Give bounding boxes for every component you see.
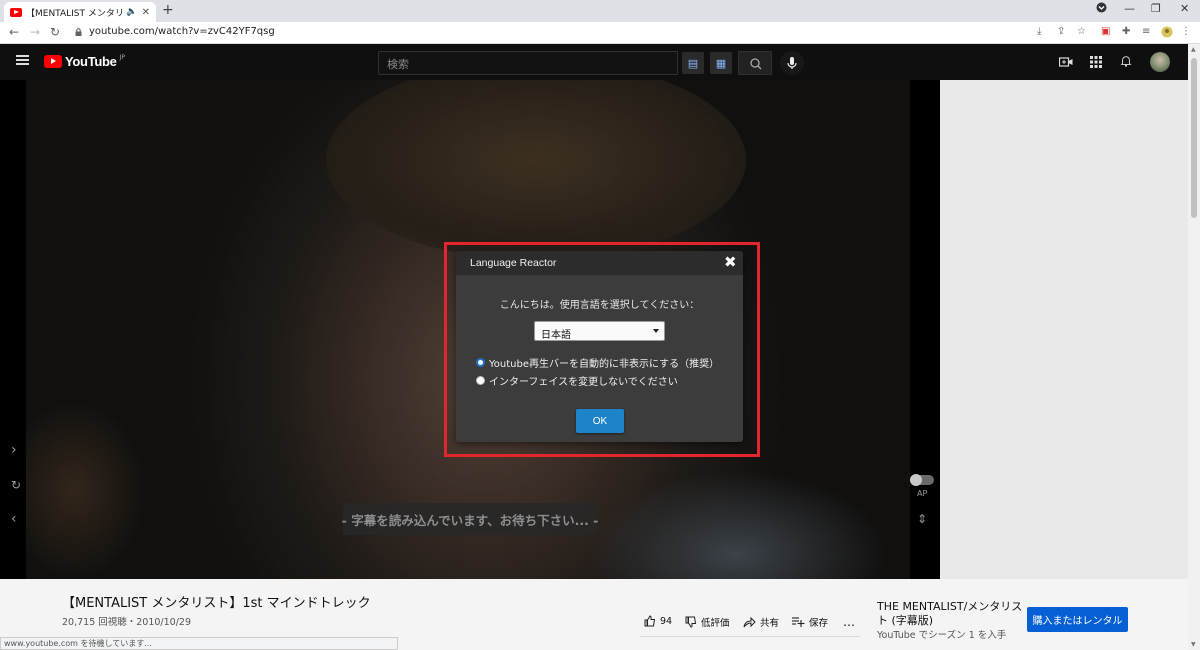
minimize-button[interactable]: — xyxy=(1124,2,1135,15)
add-to-playlist-icon xyxy=(792,617,805,627)
apps-grid-icon[interactable] xyxy=(1089,56,1103,68)
chevron-down-icon xyxy=(653,329,659,333)
reload-button[interactable]: ↻ xyxy=(50,25,60,39)
auto-pause-label: AP xyxy=(917,489,928,498)
dialog-prompt: こんにちは。使用言語を選択してください： xyxy=(499,300,700,311)
video-meta: 20,715 回視聴・2010/10/29 xyxy=(62,617,192,628)
profile-avatar-icon[interactable] xyxy=(1161,26,1173,41)
address-bar: ← → ↻ youtube.com/watch?v=zvC42YF7qsg ⤓ … xyxy=(0,22,1200,44)
option-hide-playbar[interactable]: Youtube再生バーを自動的に非表示にする（推奨） xyxy=(476,355,719,370)
profile-menu-icon[interactable] xyxy=(1096,2,1107,16)
secondary-column xyxy=(940,80,1188,579)
option-keep-interface-label: インターフェイスを変更しないでください xyxy=(489,377,678,388)
account-avatar[interactable] xyxy=(1150,52,1170,72)
option-hide-playbar-label: Youtube再生バーを自動的に非表示にする（推奨） xyxy=(489,359,720,370)
search-icon xyxy=(750,58,762,70)
browser-tabbar: 【MENTALIST メンタリスト】1st 🔈 ✕ + — ❐ ✕ xyxy=(0,0,1200,22)
share-label: 共有 xyxy=(760,618,780,629)
close-window-button[interactable]: ✕ xyxy=(1180,2,1189,15)
browser-menu-icon[interactable]: ⋮ xyxy=(1181,26,1191,37)
ok-button[interactable]: OK xyxy=(576,409,624,433)
extensions-puzzle-icon[interactable]: ✚ xyxy=(1122,26,1130,37)
promo-subtitle: YouTube でシーズン 1 を入手 xyxy=(877,630,1007,641)
restore-button[interactable]: ❐ xyxy=(1151,2,1161,15)
mic-icon xyxy=(787,57,797,69)
search-input[interactable]: 検索 xyxy=(378,51,678,75)
more-actions-button[interactable]: … xyxy=(843,615,855,629)
language-select[interactable]: 日本語 xyxy=(534,321,665,341)
subtitle-loading-text: - 字幕を読み込んでいます、お待ち下さい... - xyxy=(342,503,598,535)
notifications-bell-icon[interactable] xyxy=(1119,55,1133,67)
youtube-logo-text: YouTube xyxy=(65,54,117,69)
buy-or-rent-button[interactable]: 購入またはレンタル xyxy=(1027,607,1128,632)
dislike-button[interactable]: 低評価 xyxy=(685,615,730,629)
new-tab-button[interactable]: + xyxy=(162,2,174,18)
thumbs-up-icon xyxy=(644,615,656,627)
promo-title[interactable]: THE MENTALIST/メンタリスト (字幕版) xyxy=(877,600,1027,628)
repeat-subtitle-icon[interactable]: ↻ xyxy=(11,478,21,492)
youtube-favicon-icon xyxy=(10,7,22,17)
search-button[interactable] xyxy=(738,51,772,75)
status-bar: www.youtube.com を待機しています... xyxy=(0,637,398,650)
auto-pause-toggle[interactable] xyxy=(910,474,934,486)
url-field[interactable]: youtube.com/watch?v=zvC42YF7qsg xyxy=(89,26,275,37)
scrollbar-thumb[interactable] xyxy=(1191,58,1197,218)
share-page-icon[interactable]: ⇪ xyxy=(1057,26,1065,37)
tab-title: 【MENTALIST メンタリスト】1st xyxy=(26,8,123,19)
lock-icon[interactable] xyxy=(75,28,82,36)
like-count: 94 xyxy=(660,615,673,627)
like-button[interactable]: 94 xyxy=(644,615,672,627)
radio-keep-interface[interactable] xyxy=(476,376,485,385)
next-subtitle-icon[interactable]: › xyxy=(11,442,17,458)
reading-list-icon[interactable]: ≡ xyxy=(1142,26,1150,37)
save-button[interactable]: 保存 xyxy=(792,615,828,629)
divider xyxy=(640,636,860,637)
create-video-icon[interactable] xyxy=(1059,56,1073,68)
browser-tab[interactable]: 【MENTALIST メンタリスト】1st 🔈 ✕ xyxy=(4,2,156,22)
share-button[interactable]: 共有 xyxy=(743,615,779,629)
share-icon xyxy=(743,616,756,628)
video-title: 【MENTALIST メンタリスト】1st マインドトレック xyxy=(62,596,371,611)
language-reactor-dialog: Language Reactor ✖ こんにちは。使用言語を選択してください： … xyxy=(456,251,743,442)
install-icon[interactable]: ⤓ xyxy=(1037,26,1041,37)
youtube-logo[interactable]: YouTube JP xyxy=(44,54,125,69)
radio-hide-playbar[interactable] xyxy=(476,358,485,367)
search-placeholder: 検索 xyxy=(387,58,409,71)
menu-icon[interactable] xyxy=(16,55,29,65)
move-subtitle-icon[interactable]: ⇕ xyxy=(917,512,927,526)
thumbs-down-icon xyxy=(685,616,697,628)
language-reactor-chat-icon[interactable]: ▦ xyxy=(710,52,732,74)
youtube-play-logo-icon xyxy=(44,55,62,68)
language-select-value: 日本語 xyxy=(541,330,571,341)
dialog-close-icon[interactable]: ✖ xyxy=(724,254,737,270)
save-label: 保存 xyxy=(809,618,829,629)
forward-button[interactable]: → xyxy=(30,25,40,39)
scroll-up-icon[interactable]: ▲ xyxy=(1191,46,1196,53)
youtube-masthead: YouTube JP 検索 ▤ ▦ xyxy=(0,44,1188,80)
back-button[interactable]: ← xyxy=(9,25,19,39)
dislike-label: 低評価 xyxy=(701,618,730,629)
language-reactor-dictionary-icon[interactable]: ▤ xyxy=(682,52,704,74)
scroll-down-icon[interactable]: ▼ xyxy=(1191,641,1196,648)
dialog-title: Language Reactor xyxy=(470,257,557,269)
voice-search-button[interactable] xyxy=(780,51,804,75)
dialog-header: Language Reactor ✖ xyxy=(456,251,743,275)
extension-icon[interactable]: ▣ xyxy=(1101,26,1110,37)
bookmark-star-icon[interactable]: ☆ xyxy=(1077,26,1086,37)
audio-icon[interactable]: 🔈 xyxy=(126,7,137,17)
previous-subtitle-icon[interactable]: ‹ xyxy=(11,511,17,527)
youtube-region-label: JP xyxy=(119,54,125,61)
tab-close-icon[interactable]: ✕ xyxy=(142,7,150,18)
option-keep-interface[interactable]: インターフェイスを変更しないでください xyxy=(476,373,678,388)
